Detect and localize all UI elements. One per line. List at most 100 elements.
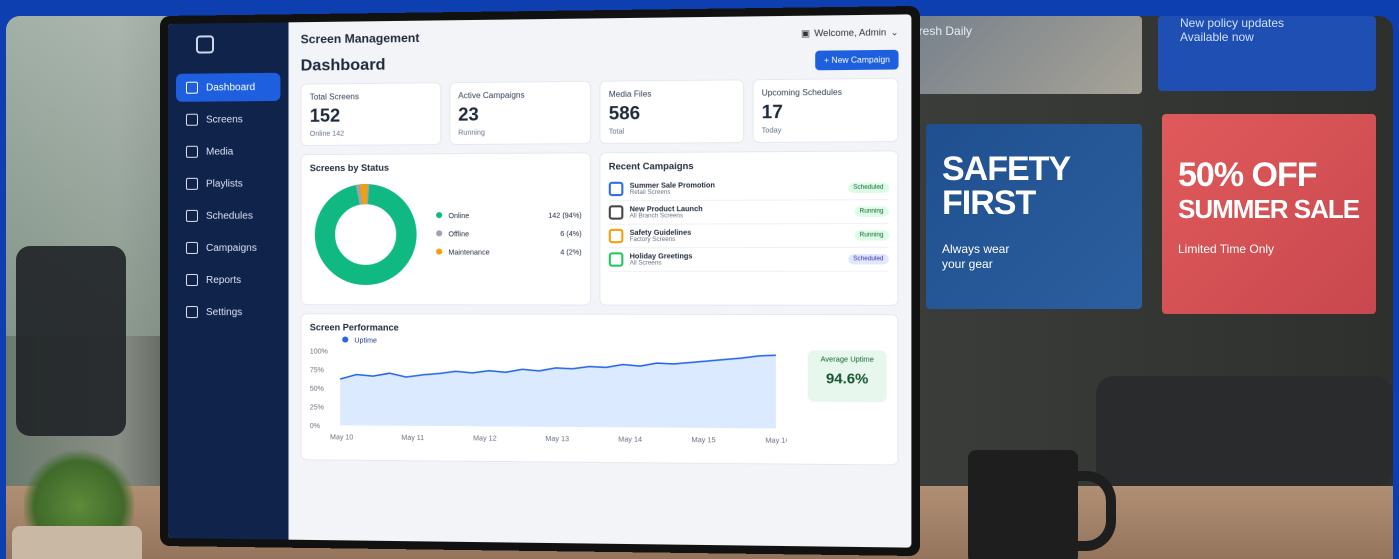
sidebar-item-playlists[interactable]: Playlists	[176, 169, 280, 198]
stat-label: Upcoming Schedules	[761, 87, 842, 98]
sidebar-item-screens[interactable]: Screens	[176, 105, 280, 134]
campaign-row[interactable]: Safety Guidelines Factory Screens Runnin…	[608, 223, 889, 249]
stat-card-media-files: Media Files 586 Total	[599, 79, 744, 145]
status-badge: Running	[854, 206, 889, 217]
sidebar-item-label: Playlists	[205, 178, 243, 190]
calendar-icon	[185, 209, 198, 222]
app-logo-icon	[195, 35, 215, 54]
stat-sub: Total	[608, 128, 625, 136]
poster-safety-title-2: FIRST	[942, 184, 1036, 222]
monitor-icon	[185, 113, 198, 126]
campaign-info: New Product Launch All Branch Screens	[608, 205, 703, 220]
campaign-target: Factory Screens	[629, 236, 676, 243]
page-title: Dashboard	[300, 55, 386, 75]
status-badge: Running	[854, 230, 889, 241]
panel-title: Recent Campaigns	[608, 160, 694, 172]
status-donut-chart	[310, 179, 422, 290]
sidebar-item-label: Settings	[205, 306, 243, 318]
poster-sale-title-2: SUMMER SALE	[1178, 194, 1360, 224]
sidebar-item-dashboard[interactable]: Dashboard	[175, 72, 281, 102]
poster-safety-title-1: SAFETY	[942, 150, 1071, 188]
x-tick-label: May 14	[618, 436, 642, 443]
page-header: Dashboard + New Campaign	[300, 49, 899, 76]
y-tick-label: 25%	[310, 404, 324, 411]
y-tick-label: 50%	[310, 386, 324, 393]
campaign-info: Holiday Greetings All Screens	[608, 252, 693, 267]
poster-sale: 50% OFF SUMMER SALE Limited Time Only	[1162, 114, 1376, 314]
poster-safety-sub-1: Always wear	[942, 242, 1010, 256]
campaign-row[interactable]: New Product Launch All Branch Screens Ru…	[608, 200, 889, 225]
screen-performance-panel: Screen Performance Uptime 0% 25% 50% 75% 100…	[300, 313, 899, 466]
legend-value: 4 (2%)	[560, 248, 582, 257]
topbar: Screen Management ▣ Welcome, Admin ⌄	[301, 25, 899, 46]
sidebar-item-reports[interactable]: Reports	[176, 266, 280, 294]
poster-sale-sub: Limited Time Only	[1178, 242, 1275, 256]
legend-row-maintenance: Maintenance 4 (2%)	[436, 248, 582, 257]
stat-label: Total Screens	[309, 92, 359, 102]
campaign-row[interactable]: Holiday Greetings All Screens Scheduled	[608, 247, 889, 272]
uptime-area	[340, 353, 776, 429]
y-tick-label: 100%	[310, 348, 328, 355]
stat-card-active-campaigns: Active Campaigns 23 Running	[448, 80, 592, 146]
stat-sub: Today	[761, 127, 782, 135]
poster-safety: SAFETY FIRST Always wear your gear	[926, 124, 1142, 309]
app-screen: Dashboard Screens Media Playlists Schedu…	[167, 14, 912, 548]
plant-pot	[12, 526, 142, 559]
sidebar: Dashboard Screens Media Playlists Schedu…	[167, 22, 289, 540]
y-tick-label: 0%	[310, 423, 320, 430]
legend-row-online: Online 142 (94%)	[436, 212, 582, 221]
sidebar-item-label: Campaigns	[205, 242, 257, 254]
x-tick-label: May 13	[545, 436, 569, 443]
campaign-icon	[608, 181, 624, 197]
legend-label: Offline	[448, 231, 470, 239]
sofa	[1096, 376, 1393, 486]
sidebar-item-label: Schedules	[205, 210, 253, 222]
stat-value: 586	[608, 102, 641, 124]
stat-sub: Running	[458, 129, 485, 137]
poster-policy-title: New policy updates	[1180, 16, 1285, 30]
status-badge: Scheduled	[847, 254, 889, 265]
new-campaign-button[interactable]: + New Campaign	[815, 49, 899, 71]
main-content: Screen Management ▣ Welcome, Admin ⌄ Das…	[289, 14, 912, 547]
stat-card-total-screens: Total Screens 152 Online 142	[300, 82, 441, 147]
campaign-icon	[608, 205, 624, 220]
status-legend: Online 142 (94%) Offline 6 (4%) Maintena…	[436, 201, 582, 266]
user-greeting: Welcome, Admin	[814, 27, 887, 39]
monitor: Dashboard Screens Media Playlists Schedu…	[160, 5, 921, 557]
chevron-down-icon: ⌄	[890, 26, 899, 37]
stat-label: Active Campaigns	[458, 90, 525, 101]
campaign-row[interactable]: Summer Sale Promotion Retail Screens Sch…	[608, 176, 889, 202]
campaign-info: Summer Sale Promotion Retail Screens	[608, 181, 715, 197]
online-dot-icon	[436, 212, 443, 219]
media-icon	[185, 145, 198, 158]
x-tick-label: May 15	[691, 437, 715, 444]
sidebar-item-settings[interactable]: Settings	[176, 298, 280, 326]
user-menu[interactable]: ▣ Welcome, Admin ⌄	[801, 26, 899, 39]
office-chair	[16, 246, 126, 436]
campaign-info: Safety Guidelines Factory Screens	[608, 228, 691, 244]
poster-policy: New policy updates Available now	[1158, 16, 1376, 91]
poster-safety-sub-2: your gear	[942, 257, 993, 271]
x-tick-label: May 16	[765, 438, 786, 445]
legend-label: Uptime	[354, 337, 377, 345]
panel-title: Screen Performance	[309, 322, 399, 333]
average-label: Average Uptime	[820, 356, 874, 364]
coffee-mug	[968, 450, 1078, 559]
y-tick-label: 75%	[310, 367, 324, 374]
average-value: 94.6%	[826, 369, 869, 387]
sidebar-item-schedules[interactable]: Schedules	[176, 202, 280, 230]
legend-row-offline: Offline 6 (4%)	[436, 230, 582, 238]
mug-handle	[1066, 471, 1116, 551]
uptime-dot-icon	[342, 336, 349, 343]
donut-online	[325, 194, 406, 275]
sidebar-item-label: Reports	[205, 274, 242, 286]
x-tick-label: May 11	[401, 435, 424, 442]
sidebar-item-campaigns[interactable]: Campaigns	[176, 234, 280, 262]
sidebar-item-media[interactable]: Media	[176, 137, 280, 166]
campaign-name: Holiday Greetings	[629, 252, 693, 261]
legend-value: 142 (94%)	[548, 212, 582, 220]
campaign-target: All Screens	[629, 259, 662, 267]
screens-by-status-panel: Screens by Status Online 142 (94%) Offli…	[300, 152, 592, 306]
stat-value: 23	[458, 104, 479, 125]
uptime-area-chart: 0% 25% 50% 75% 100% May 10 May 11 May 12 May 13 M…	[310, 348, 787, 445]
